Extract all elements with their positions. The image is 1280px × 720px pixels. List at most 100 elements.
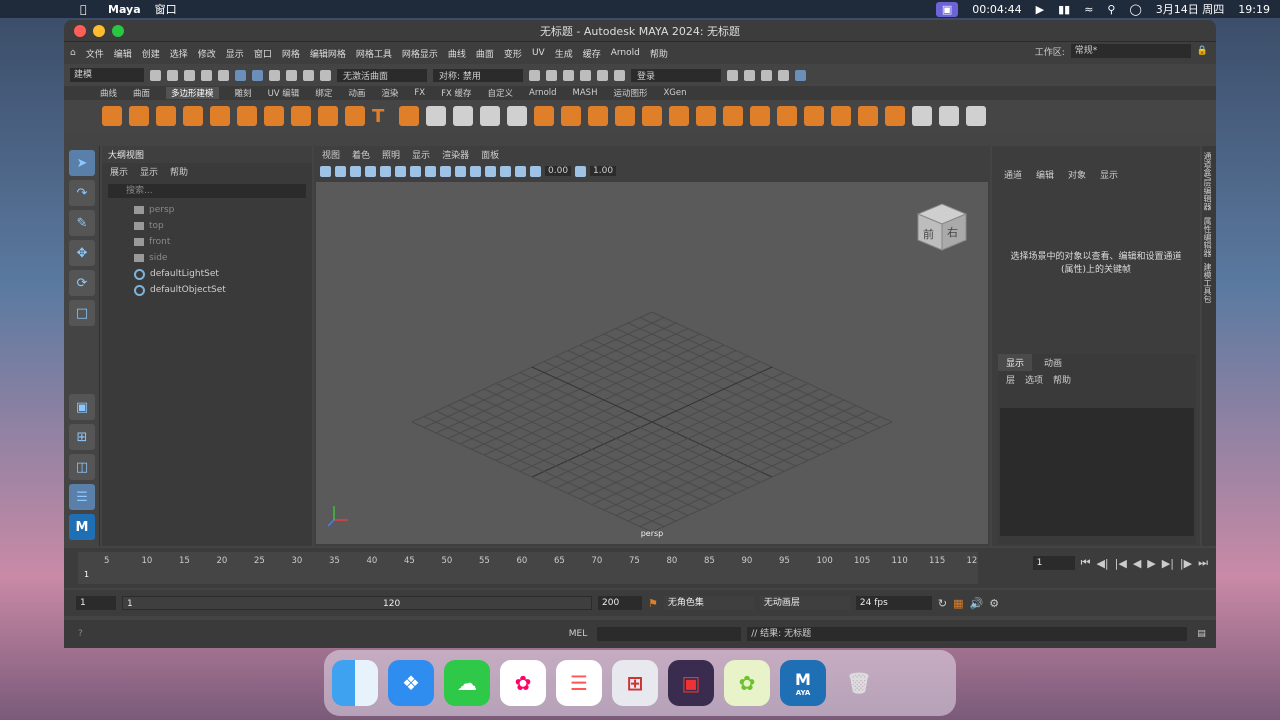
render-icon[interactable]: [529, 69, 540, 81]
close-button[interactable]: [74, 25, 86, 37]
symmetry-field[interactable]: 对称: 禁用: [433, 68, 523, 82]
help-icon[interactable]: ?: [78, 629, 83, 639]
screen-record-icon[interactable]: ▣: [935, 1, 959, 17]
wireframe-icon[interactable]: [425, 165, 436, 177]
pause-icon[interactable]: [614, 69, 625, 81]
safari-icon[interactable]: ❖: [388, 660, 434, 706]
exposure-field[interactable]: 0.00: [545, 166, 572, 176]
outliner-item[interactable]: defaultLightSet: [102, 266, 312, 282]
camera-select-icon[interactable]: [320, 165, 331, 177]
poly-cube-icon[interactable]: [129, 106, 149, 126]
viewport-menu-shading[interactable]: 着色: [352, 148, 370, 161]
anim-prefs-icon[interactable]: ⚙: [989, 597, 999, 610]
menu-display[interactable]: 显示: [226, 47, 244, 60]
film-gate-icon[interactable]: [395, 165, 406, 177]
poly-plane-icon[interactable]: [237, 106, 257, 126]
snap-surface-icon[interactable]: [320, 69, 331, 81]
menu-modify[interactable]: 修改: [198, 47, 216, 60]
tab-fx[interactable]: FX: [414, 88, 425, 98]
scale-tool-icon[interactable]: □: [69, 300, 95, 326]
menu-edit[interactable]: 编辑: [114, 47, 132, 60]
view-cube[interactable]: 前 右: [916, 202, 968, 252]
outliner-layout-icon[interactable]: ☰: [69, 484, 95, 510]
auto-key-icon[interactable]: ⚑: [648, 597, 658, 610]
mirror-icon[interactable]: [642, 106, 662, 126]
smooth-shade-icon[interactable]: [440, 165, 451, 177]
live-surface-field[interactable]: 无激活曲面: [337, 68, 427, 82]
channel-menu-edit[interactable]: 编辑: [1036, 168, 1054, 181]
step-back-frame-icon[interactable]: |◀: [1115, 557, 1127, 570]
step-back-key-icon[interactable]: ◀|: [1096, 557, 1108, 570]
tool-settings-icon[interactable]: [778, 69, 789, 81]
outliner-menu-display[interactable]: 显示: [140, 165, 158, 178]
wifi-icon[interactable]: ≈: [1084, 3, 1093, 16]
two-view-icon[interactable]: ◫: [69, 454, 95, 480]
textured-icon[interactable]: [455, 165, 466, 177]
super-shape-icon[interactable]: [318, 106, 338, 126]
select-tool-icon[interactable]: ➤: [69, 150, 95, 176]
bookmark-icon[interactable]: [350, 165, 361, 177]
outliner-search-input[interactable]: 搜索...: [108, 184, 306, 198]
ipr-render-icon[interactable]: [546, 69, 557, 81]
sound-icon[interactable]: 🔊: [970, 597, 984, 610]
lighting-icon[interactable]: [470, 165, 481, 177]
menu-generate[interactable]: 生成: [555, 47, 573, 60]
tab-sculpting[interactable]: 雕刻: [235, 87, 252, 99]
tab-mash[interactable]: MASH: [573, 88, 598, 98]
component-mode-icon[interactable]: [252, 69, 263, 81]
new-scene-icon[interactable]: [150, 69, 161, 81]
select-mode-icon[interactable]: [235, 69, 246, 81]
insert-edge-loop-icon[interactable]: [831, 106, 851, 126]
move-tool-icon[interactable]: ✥: [69, 240, 95, 266]
pen-tool-icon[interactable]: [912, 106, 932, 126]
menu-windows[interactable]: 窗口: [254, 47, 272, 60]
smooth-icon[interactable]: [588, 106, 608, 126]
login-dropdown[interactable]: 登录: [631, 68, 721, 82]
character-set-dropdown[interactable]: 无角色集: [663, 596, 754, 610]
viewport-menu-renderer[interactable]: 渲染器: [442, 148, 469, 161]
lasso-tool-icon[interactable]: ↷: [69, 180, 95, 206]
menu-mesh-tools[interactable]: 网格工具: [356, 47, 392, 60]
tab-uv-editing[interactable]: UV 编辑: [268, 87, 300, 99]
sweep-mesh-icon[interactable]: [345, 106, 365, 126]
menu-mesh-display[interactable]: 网格显示: [402, 47, 438, 60]
tab-custom[interactable]: 自定义: [488, 87, 514, 99]
tab-poly-modeling[interactable]: 多边形建模: [166, 87, 219, 99]
workspace-dropdown[interactable]: 常规*: [1070, 44, 1191, 58]
poly-sphere-icon[interactable]: [102, 106, 122, 126]
photos-icon[interactable]: ✿: [500, 660, 546, 706]
grid-toggle-icon[interactable]: [380, 165, 391, 177]
command-input[interactable]: [597, 627, 742, 641]
multi-cut-icon[interactable]: [804, 106, 824, 126]
layer-menu-help[interactable]: 帮助: [1053, 373, 1071, 386]
step-forward-frame-icon[interactable]: ▶|: [1162, 557, 1174, 570]
go-to-start-icon[interactable]: ⏮: [1081, 556, 1091, 570]
play-icon[interactable]: ▶: [1036, 3, 1044, 16]
render-settings-icon[interactable]: [563, 69, 574, 81]
tab-rendering[interactable]: 渲染: [381, 87, 398, 99]
menu-cache[interactable]: 缓存: [583, 47, 601, 60]
type-tool-icon[interactable]: T: [372, 106, 392, 127]
tab-xgen[interactable]: XGen: [663, 88, 686, 98]
viewport-menu-panels[interactable]: 面板: [481, 148, 499, 161]
save-scene-icon[interactable]: [184, 69, 195, 81]
layer-menu-options[interactable]: 选项: [1025, 373, 1043, 386]
animation-start-field[interactable]: 1: [76, 596, 116, 610]
menu-create[interactable]: 创建: [142, 47, 160, 60]
home-icon[interactable]: ⌂: [70, 48, 76, 58]
tab-fx-caching[interactable]: FX 缓存: [441, 87, 471, 99]
poly-torus-icon[interactable]: [210, 106, 230, 126]
uv-grid-icon[interactable]: [426, 106, 446, 126]
go-to-end-icon[interactable]: ⏭: [1198, 556, 1208, 570]
tab-animation[interactable]: 动画: [348, 87, 365, 99]
bridge-icon[interactable]: [696, 106, 716, 126]
step-forward-key-icon[interactable]: |▶: [1180, 557, 1192, 570]
range-slider-bar[interactable]: 1 120: [122, 596, 592, 610]
tab-surfaces[interactable]: 曲面: [133, 87, 150, 99]
maya-logo-icon[interactable]: M: [69, 514, 95, 540]
freeze-transform-icon[interactable]: [480, 106, 500, 126]
side-tab-attribute-editor[interactable]: 属性编辑器: [1202, 217, 1213, 257]
trash-icon[interactable]: 🗑: [836, 660, 882, 706]
viewport-menu-show[interactable]: 显示: [412, 148, 430, 161]
open-scene-icon[interactable]: [167, 69, 178, 81]
